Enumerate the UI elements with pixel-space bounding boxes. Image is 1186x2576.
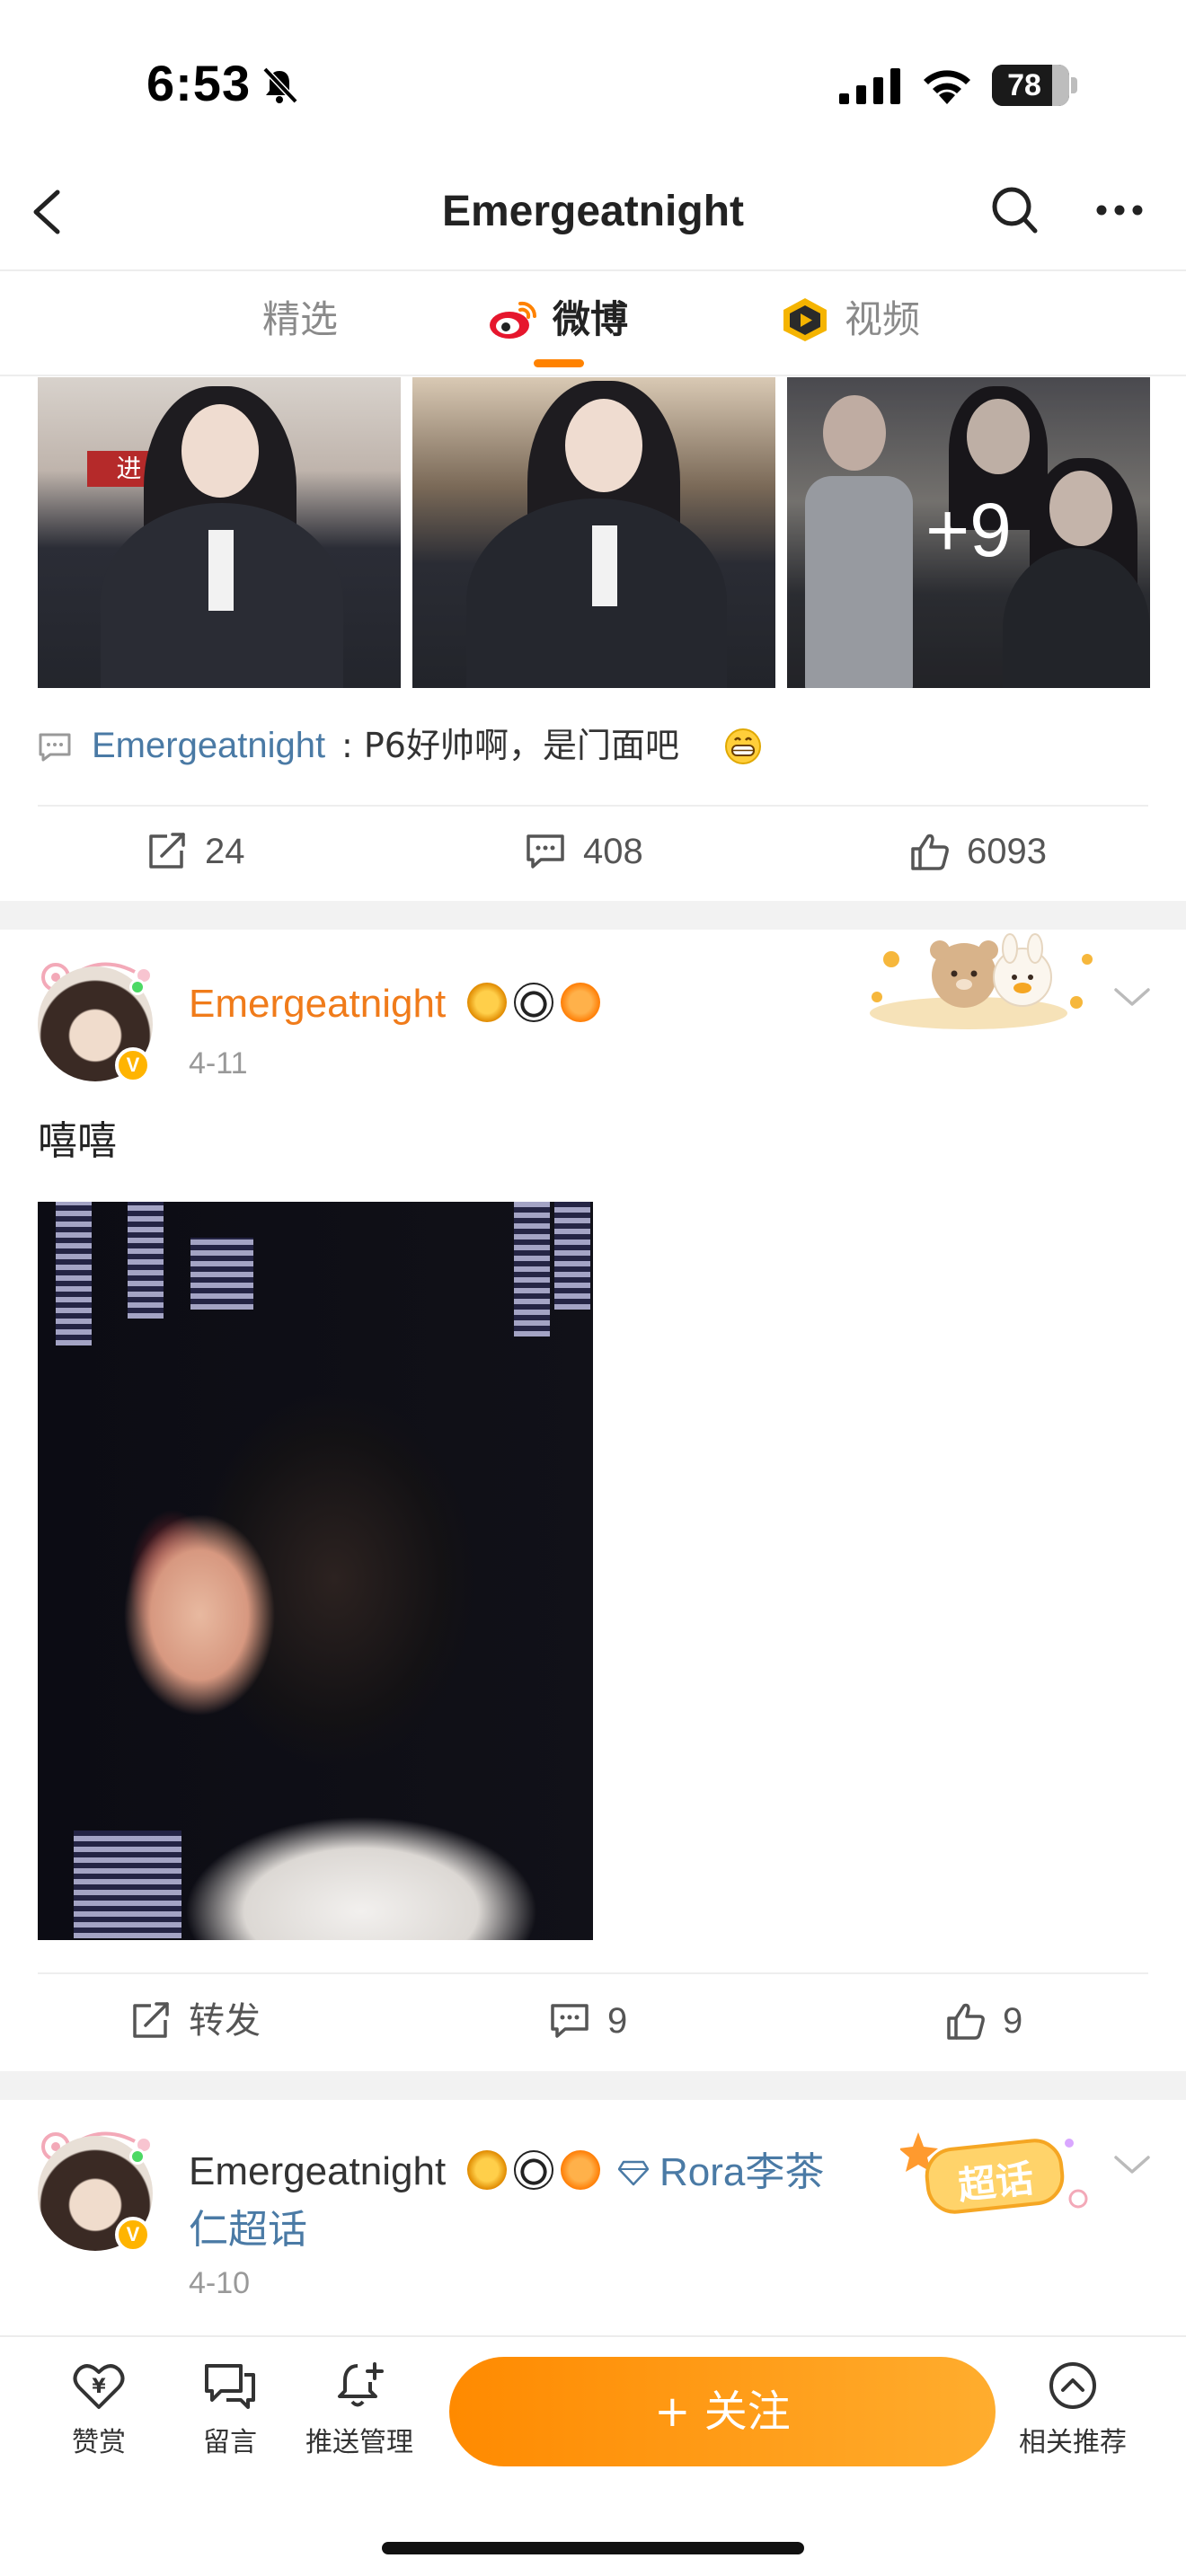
status-time: 6:53 — [146, 55, 252, 111]
message-button[interactable]: 留言 — [167, 2360, 293, 2459]
comment-preview-icon — [39, 733, 71, 762]
post1-repost-count: 24 — [205, 832, 245, 871]
grin-emoji-icon — [725, 728, 761, 764]
post3-author-name[interactable]: Emergeatnight — [189, 2145, 446, 2199]
follow-button[interactable]: + 关注 — [449, 2357, 996, 2466]
post2-author-name[interactable]: Emergeatnight — [189, 977, 446, 1031]
supertopic-sticker-label: 超话 — [955, 2156, 1036, 2209]
tab-weibo[interactable]: 微博 — [488, 293, 628, 347]
post3-topic-link-cont[interactable]: 仁超话 — [189, 2201, 307, 2260]
post2-comment-count: 9 — [607, 2001, 628, 2041]
weibo-logo-icon — [490, 301, 537, 339]
search-icon[interactable] — [990, 183, 1040, 237]
tab-featured[interactable]: 精选 — [262, 293, 338, 347]
post2-divider — [38, 1972, 1148, 1974]
post2-text: 嘻嘻 — [38, 1118, 117, 1164]
bear-sticker-icon — [870, 933, 1093, 1029]
wifi-icon — [924, 70, 970, 104]
post2-like-button[interactable]: 9 — [945, 1994, 1071, 2048]
message-label: 留言 — [203, 2427, 257, 2458]
push-manage-button[interactable]: 推送管理 — [296, 2360, 422, 2459]
tab-video-label: 视频 — [845, 297, 921, 341]
post2-comment-button[interactable]: 9 — [550, 1994, 676, 2048]
message-icon — [205, 2364, 255, 2409]
bell-muted-icon — [262, 66, 298, 104]
crown-badge-icon — [467, 2150, 507, 2190]
more-options-icon[interactable] — [1094, 203, 1145, 217]
post2-date: 4-11 — [189, 1046, 248, 1081]
comment-icon — [551, 2004, 589, 2038]
page-title: Emergeatnight — [441, 188, 745, 235]
repost-icon — [149, 833, 185, 869]
section-gap-1 — [0, 901, 1186, 930]
post2-repost-label: 转发 — [189, 2001, 261, 2041]
post3-date: 4-10 — [189, 2266, 251, 2300]
post-photo-1[interactable]: 进 止 — [38, 377, 401, 688]
post2-verified-badge: V — [115, 1047, 151, 1083]
home-indicator[interactable] — [382, 2542, 804, 2554]
supertopic-sticker: 超话 — [898, 2125, 1089, 2224]
battery-indicator: 78 — [992, 65, 1069, 106]
push-bell-icon — [338, 2362, 384, 2407]
crown-badge-icon — [467, 983, 507, 1022]
topic-diamond-icon — [618, 2160, 649, 2186]
tabs-divider — [0, 375, 1186, 376]
svg-text:¥: ¥ — [92, 2376, 106, 2398]
related-recommend-button[interactable]: 相关推荐 — [1010, 2360, 1136, 2459]
post3-verified-badge: V — [115, 2217, 151, 2253]
post3-topic-link[interactable]: Rora李茶 — [659, 2143, 824, 2202]
chevron-up-circle-icon — [1049, 2362, 1096, 2409]
post3-online-dot — [129, 2148, 146, 2165]
back-arrow-icon[interactable] — [25, 187, 70, 237]
reward-heart-icon: ¥ — [73, 2364, 125, 2409]
post2-chevron-down-icon[interactable] — [1112, 984, 1152, 1010]
tab-weibo-label: 微博 — [553, 297, 629, 341]
post1-comment-button[interactable]: 408 — [526, 825, 687, 878]
related-recommend-label: 相关推荐 — [1019, 2427, 1127, 2458]
post1-like-count: 6093 — [967, 832, 1047, 871]
post2-badges — [467, 983, 607, 1024]
post2-image[interactable] — [38, 1202, 593, 1940]
post2-online-dot — [129, 979, 146, 995]
tab-video[interactable]: 视频 — [780, 293, 920, 347]
post-photo-3[interactable]: +9 — [787, 377, 1150, 688]
tab-featured-label: 精选 — [262, 297, 339, 341]
thumbs-up-icon — [911, 834, 949, 870]
panda-badge-icon — [514, 983, 553, 1022]
post3-chevron-down-icon[interactable] — [1112, 2152, 1152, 2177]
post1-repost-button[interactable]: 24 — [147, 825, 309, 878]
reward-label: 赞赏 — [72, 2427, 126, 2458]
post3-badges — [467, 2150, 607, 2192]
post2-like-count: 9 — [1003, 2001, 1023, 2041]
video-logo-icon — [783, 298, 827, 341]
repost-icon — [133, 2002, 169, 2038]
post1-like-button[interactable]: 6093 — [909, 825, 1089, 878]
status-bar: 6:53 78 — [0, 0, 1186, 171]
fish-badge-icon — [561, 983, 600, 1022]
post1-divider — [38, 805, 1148, 807]
active-tab-indicator — [534, 359, 584, 367]
post1-comment-count: 408 — [583, 832, 643, 871]
section-gap-2 — [0, 2071, 1186, 2100]
reward-button[interactable]: ¥ 赞赏 — [36, 2360, 162, 2459]
battery-level: 78 — [1007, 68, 1041, 102]
thumbs-up-icon — [947, 2003, 985, 2040]
comment-text: : P6好帅啊，是门面吧 — [341, 726, 679, 765]
post-photo-2[interactable] — [412, 377, 775, 688]
cellular-signal-icon — [839, 68, 900, 104]
comment-icon — [527, 834, 564, 869]
battery-cap — [1071, 77, 1077, 93]
comment-author-link[interactable]: Emergeatnight — [92, 719, 325, 772]
panda-badge-icon — [514, 2150, 553, 2190]
push-manage-label: 推送管理 — [305, 2427, 413, 2458]
more-photos-count: +9 — [925, 488, 1012, 572]
post2-repost-button[interactable]: 转发 — [131, 1994, 311, 2048]
fish-badge-icon — [561, 2150, 600, 2190]
